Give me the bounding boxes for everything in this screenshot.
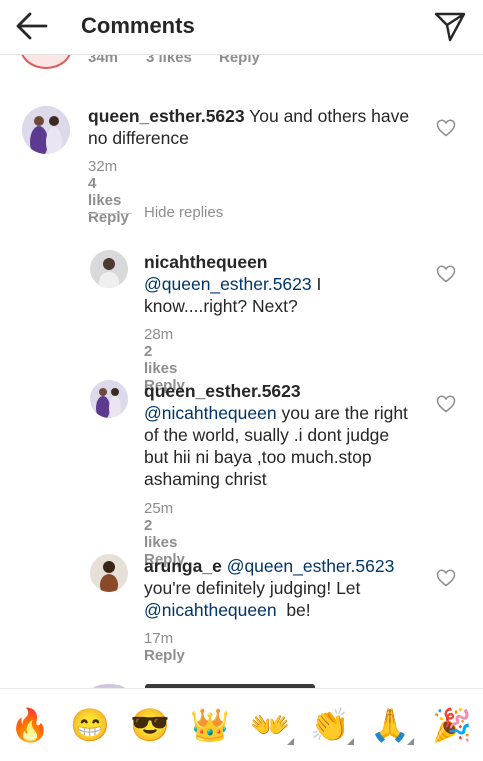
- comment-time: 32m: [88, 158, 118, 175]
- reply-time: 17m: [144, 630, 174, 647]
- emoji-bar: 🔥 😁 😎 👑 👐 👏 🙏 🎉: [0, 688, 483, 761]
- reply-mention[interactable]: @queen_esther.5623: [144, 274, 312, 294]
- reply-username[interactable]: nicahthequeen: [144, 252, 268, 272]
- reply-likes[interactable]: 2 likes: [144, 343, 177, 377]
- crown-emoji-icon[interactable]: 👑: [188, 703, 232, 747]
- avatar[interactable]: [90, 554, 128, 592]
- comment-text: queen_esther.5623 You and others have no…: [88, 105, 428, 149]
- reply-mention[interactable]: @nicahthequeen: [144, 600, 277, 620]
- heart-icon[interactable]: [436, 119, 456, 137]
- fire-emoji-icon[interactable]: 🔥: [8, 703, 52, 747]
- back-arrow-icon[interactable]: [12, 8, 52, 44]
- skin-tone-indicator-icon: [287, 738, 294, 745]
- reply-mention[interactable]: @nicahthequeen: [144, 403, 277, 423]
- heart-icon[interactable]: [436, 569, 456, 587]
- reply-username[interactable]: queen_esther.5623: [144, 381, 301, 401]
- divider: [88, 212, 132, 214]
- page-title: Comments: [81, 13, 195, 38]
- skin-tone-indicator-icon: [407, 738, 414, 745]
- avatar[interactable]: [20, 55, 72, 69]
- comment-username[interactable]: queen_esther.5623: [88, 106, 245, 126]
- reply-body: be!: [276, 600, 311, 620]
- party-popper-emoji-icon[interactable]: 🎉: [430, 703, 474, 747]
- clapping-hands-emoji-button[interactable]: 👏: [308, 703, 354, 747]
- reply-text: nicahthequeen @queen_esther.5623 I know.…: [144, 251, 414, 317]
- reply-username[interactable]: arunga_e: [144, 556, 222, 576]
- heart-icon[interactable]: [436, 265, 456, 283]
- grinning-squinting-face-emoji-icon[interactable]: 😁: [68, 703, 112, 747]
- avatar[interactable]: [90, 380, 128, 418]
- partial-comment: 34m 3 likes Reply: [0, 55, 483, 69]
- comment-time: 34m: [88, 55, 119, 66]
- direct-send-icon[interactable]: [430, 8, 470, 44]
- open-hands-emoji-icon: 👐: [250, 707, 290, 743]
- top-bar: Comments: [0, 0, 483, 55]
- avatar[interactable]: [22, 106, 70, 154]
- reply-time: 28m: [144, 326, 174, 343]
- hide-replies-button[interactable]: Hide replies: [88, 204, 223, 221]
- skin-tone-indicator-icon: [347, 738, 354, 745]
- reply-text: arunga_e @queen_esther.5623 you're defin…: [144, 555, 419, 621]
- smiling-face-with-sunglasses-emoji-icon[interactable]: 😎: [128, 703, 172, 747]
- hide-replies-label: Hide replies: [144, 204, 224, 221]
- avatar[interactable]: [90, 250, 128, 288]
- reply-mention[interactable]: @queen_esther.5623: [227, 556, 395, 576]
- comment-likes[interactable]: 3 likes: [146, 55, 192, 66]
- reply-body: you're definitely judging! Let: [144, 578, 361, 598]
- folded-hands-emoji-button[interactable]: 🙏: [368, 703, 414, 747]
- reply-button[interactable]: Reply: [144, 647, 185, 664]
- clapping-hands-emoji-icon: 👏: [310, 707, 350, 743]
- open-hands-emoji-button[interactable]: 👐: [248, 703, 294, 747]
- folded-hands-emoji-icon: 🙏: [370, 707, 410, 743]
- reply-text: queen_esther.5623 @nicahthequeen you are…: [144, 380, 414, 490]
- reply-likes[interactable]: 2 likes: [144, 517, 177, 551]
- heart-icon[interactable]: [436, 395, 456, 413]
- reply-meta: 17m Reply: [144, 630, 209, 664]
- reply-button[interactable]: Reply: [219, 55, 260, 66]
- reply-time: 25m: [144, 500, 174, 517]
